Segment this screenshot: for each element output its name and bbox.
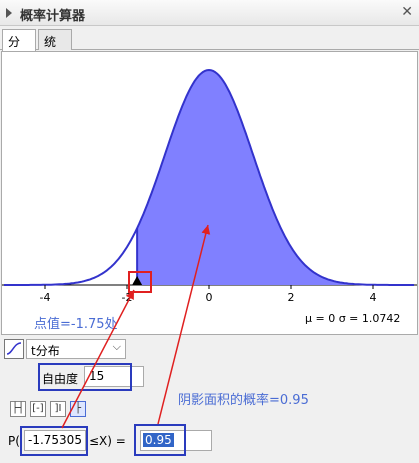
distribution-params: μ = 0 σ = 1.0742 [305,312,401,325]
lower-bound-highlight-box [20,426,88,456]
result-highlight-box [134,424,186,456]
shaded-probability-area [137,70,414,285]
left-sided-mode-button[interactable]: ├┤ [10,401,26,417]
tab-distribution[interactable]: 分布 [2,29,36,66]
two-tailed-mode-button[interactable]: ]I [50,401,66,417]
x-tick-label: 0 [206,291,213,304]
x-tick-label: 4 [370,291,377,304]
interval-mode-button[interactable]: [-] [30,401,46,417]
x-tick-label: 2 [288,291,295,304]
point-highlight-box [128,271,152,293]
area-annotation: 阴影面积的概率=0.95 [178,393,309,408]
p-prefix: P( [8,434,20,448]
density-chart: -4 -2 0 2 4 [2,68,417,304]
distribution-select[interactable]: t分布 ⌵ [26,339,126,359]
distribution-plot: -4 -2 0 2 4 [1,51,418,335]
probability-operator: ≤X) = [89,434,126,448]
tab-statistics[interactable]: 统计 [38,29,72,66]
df-highlight-box [38,363,132,391]
title-bar: 概率计算器 ✕ [0,0,419,26]
point-annotation: 点值=-1.75处 [34,317,118,332]
probability-calculator-window: 概率计算器 ✕ 分布 统计 -4-2024 μ = 0 σ = 1.0742 点… [0,0,419,463]
right-sided-mode-button[interactable]: ├ [70,401,86,417]
tab-bar: 分布 统计 [0,28,419,66]
collapse-arrow-icon[interactable] [6,8,12,18]
close-icon[interactable]: ✕ [401,4,413,20]
x-tick-label: -4 [40,291,51,304]
distribution-select-value: t分布 [31,344,60,358]
cumulative-toggle-icon[interactable] [4,339,24,359]
chevron-down-icon: ⌵ [112,340,121,353]
window-title: 概率计算器 [20,9,86,24]
